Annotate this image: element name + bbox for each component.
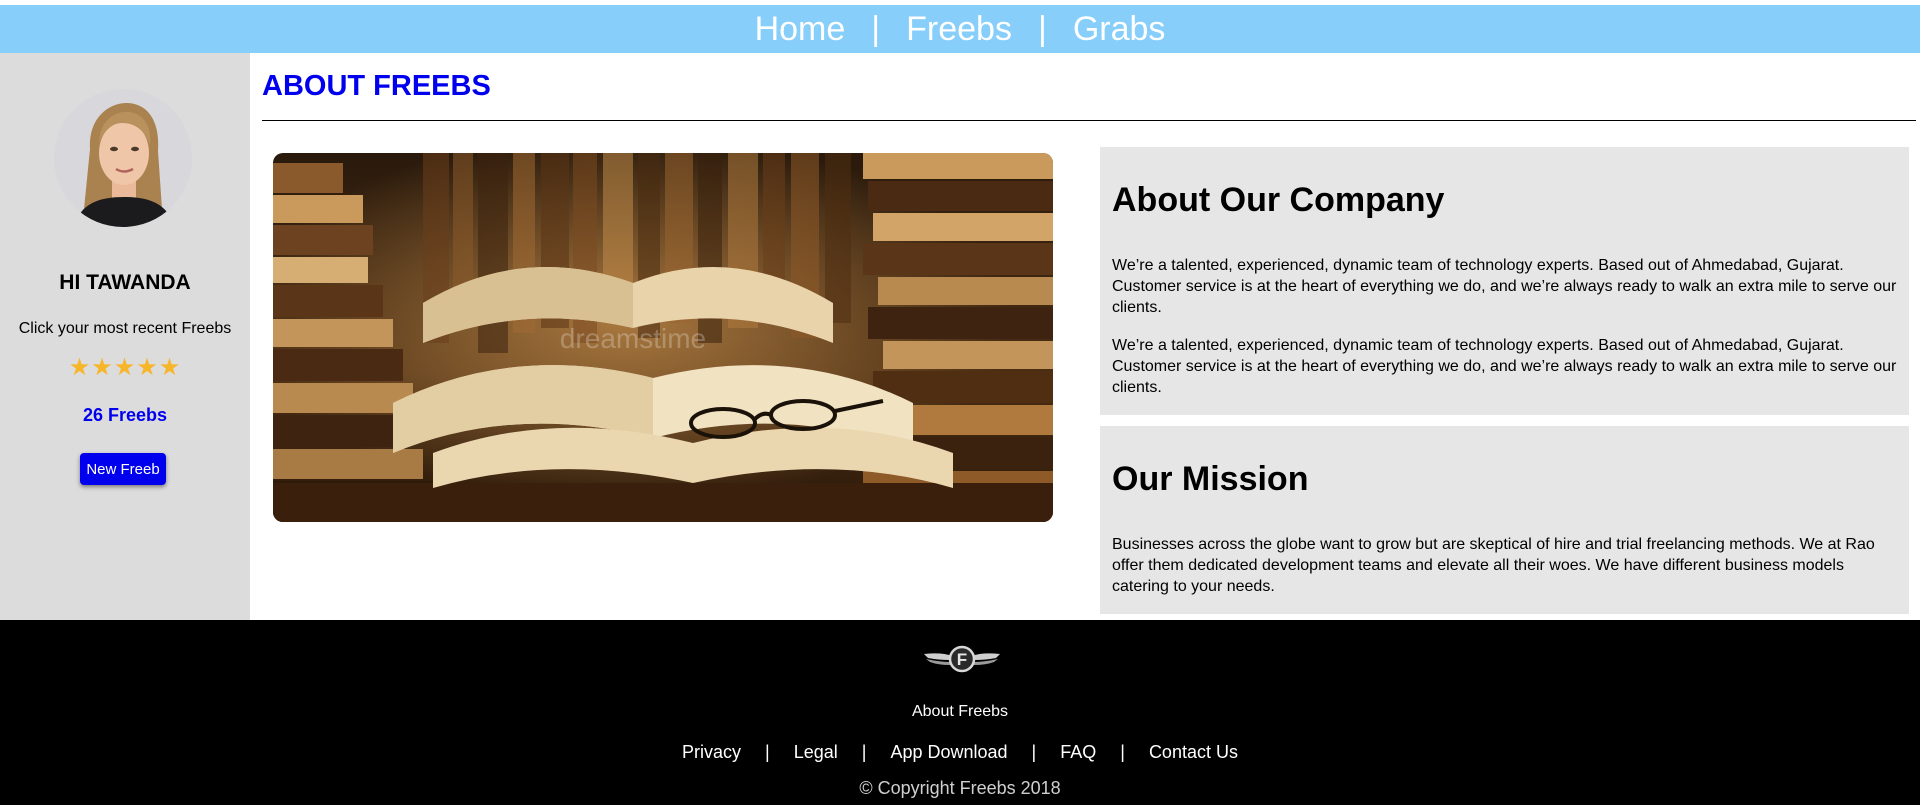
new-freeb-button[interactable]: New Freeb: [80, 453, 166, 485]
mission-heading: Our Mission: [1112, 460, 1309, 498]
nav-grabs-link[interactable]: Grabs: [1073, 10, 1166, 49]
mission-card: Our Mission Businesses across the globe …: [1100, 426, 1909, 614]
books-illustration: dreamstime: [273, 153, 1053, 522]
footer-about-link[interactable]: About Freebs: [0, 703, 1920, 721]
about-company-card: About Our Company We’re a talented, expe…: [1100, 147, 1909, 415]
footer-link-app-download[interactable]: App Download: [890, 742, 1007, 763]
title-divider: [262, 120, 1916, 121]
hero-books-image: dreamstime: [273, 153, 1053, 522]
nav-separator: |: [871, 9, 881, 48]
bottom-edge: [0, 805, 1920, 809]
watermark-text: dreamstime: [560, 323, 706, 354]
footer-link-contact-us[interactable]: Contact Us: [1149, 742, 1238, 763]
top-nav: Home | Freebs | Grabs: [0, 5, 1920, 53]
footer-link-legal[interactable]: Legal: [794, 742, 838, 763]
freebs-winged-logo-icon[interactable]: F: [922, 642, 1002, 676]
page-title: ABOUT FREEBS: [262, 70, 491, 102]
nav-home-link[interactable]: Home: [755, 10, 846, 49]
about-paragraph: We’re a talented, experienced, dynamic t…: [1112, 337, 1897, 396]
about-paragraph: We’re a talented, experienced, dynamic t…: [1112, 257, 1897, 316]
footer: F About Freebs Privacy | Legal | App Dow…: [0, 620, 1920, 805]
copyright-text: © Copyright Freebs 2018: [859, 778, 1061, 798]
footer-link-faq[interactable]: FAQ: [1060, 742, 1096, 763]
recent-freebs-prompt: Click your most recent Freebs: [18, 320, 232, 337]
rating-stars: ★★★★★: [68, 354, 182, 381]
footer-separator: |: [861, 742, 867, 762]
profile-sidebar: HI TAWANDA Click your most recent Freebs…: [0, 53, 250, 620]
avatar-portrait-image: [54, 89, 192, 227]
footer-link-privacy[interactable]: Privacy: [682, 742, 741, 763]
user-greeting: HI TAWANDA: [59, 271, 191, 294]
footer-separator: |: [1120, 742, 1125, 762]
footer-separator: |: [765, 742, 770, 762]
nav-freebs-link[interactable]: Freebs: [906, 10, 1012, 49]
footer-links: Privacy | Legal | App Download | FAQ | C…: [0, 742, 1920, 763]
freebs-count[interactable]: 26 Freebs: [0, 405, 250, 426]
about-heading: About Our Company: [1112, 181, 1445, 219]
svg-text:F: F: [957, 650, 967, 669]
mission-paragraph: Businesses across the globe want to grow…: [1112, 536, 1875, 595]
footer-separator: |: [1031, 742, 1037, 762]
nav-separator: |: [1037, 9, 1047, 48]
avatar[interactable]: [54, 89, 192, 227]
